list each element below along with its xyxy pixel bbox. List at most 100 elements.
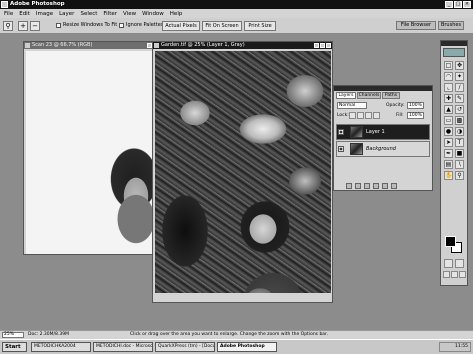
lasso-tool-icon[interactable]: ◠ xyxy=(444,72,453,81)
menu-filter[interactable]: Filter xyxy=(103,11,117,17)
menu-help[interactable]: Help xyxy=(170,11,183,17)
taskbar-item-quarkxpress[interactable]: QuarkXPress (tm) - [Docu...] xyxy=(155,342,215,352)
new-set-icon[interactable] xyxy=(364,183,370,189)
screen-mode-full-menu-icon[interactable] xyxy=(451,271,458,278)
marquee-tool-icon[interactable]: □ xyxy=(444,61,453,70)
document-window-scan[interactable]: Scan 23 @ 66.7% (RGB) xyxy=(23,41,166,255)
maximize-button[interactable]: □ xyxy=(454,1,462,8)
fill-label: Fill: xyxy=(396,113,404,118)
document-size-info[interactable]: Doc: 2.30M/8.39M xyxy=(28,332,69,337)
zoom-tool-icon[interactable]: ⚲ xyxy=(3,21,13,31)
tab-paths[interactable]: Paths xyxy=(382,92,400,99)
hand-tool-icon[interactable]: ✋ xyxy=(444,171,453,180)
document-title: Scan 23 @ 66.7% (RGB) xyxy=(32,42,93,48)
shape-tool-icon[interactable]: ■ xyxy=(455,149,464,158)
menu-view[interactable]: View xyxy=(123,11,136,17)
resize-windows-checkbox[interactable] xyxy=(56,23,61,28)
layer-style-icon[interactable] xyxy=(346,183,352,189)
girl-photo-canvas[interactable] xyxy=(26,51,165,254)
gradient-tool-icon[interactable]: ▩ xyxy=(455,116,464,125)
fit-on-screen-button[interactable]: Fit On Screen xyxy=(202,21,242,31)
blend-mode-select[interactable]: Normal xyxy=(337,102,367,109)
toolbox-title-bar[interactable] xyxy=(441,41,467,46)
notes-tool-icon[interactable]: ▤ xyxy=(444,160,453,169)
healing-brush-tool-icon[interactable]: ✚ xyxy=(444,94,453,103)
doc-minimize-button[interactable] xyxy=(314,43,319,48)
menu-select[interactable]: Select xyxy=(80,11,97,17)
taskbar-item-photoshop[interactable]: Adobe Photoshop xyxy=(217,342,277,352)
zoom-out-icon[interactable]: − xyxy=(30,21,40,31)
document-window-garden[interactable]: Garden.tif @ 25% (Layer 1, Gray) xyxy=(152,41,333,303)
lock-position-icon[interactable] xyxy=(365,112,372,119)
menu-file[interactable]: File xyxy=(4,11,13,17)
close-button[interactable]: × xyxy=(463,1,471,8)
clone-stamp-tool-icon[interactable]: ▲ xyxy=(444,105,453,114)
visibility-eye-icon[interactable]: ◉ xyxy=(338,146,344,152)
zoom-level-field[interactable]: 25% xyxy=(2,332,24,338)
pen-tool-icon[interactable]: ✒ xyxy=(444,149,453,158)
taskbar-item-word[interactable]: METODICHI.doc - Microsoft xyxy=(93,342,153,352)
visibility-eye-icon[interactable]: ◉ xyxy=(338,129,344,135)
doc-close-button[interactable] xyxy=(326,43,331,48)
screen-mode-standard-icon[interactable] xyxy=(443,271,450,278)
layer-mask-icon[interactable] xyxy=(355,183,361,189)
windows-taskbar: Start METODICHKA2004 METODICHI.doc - Mic… xyxy=(0,339,473,354)
opacity-label: Opacity: xyxy=(386,103,405,108)
photoshop-app-icon[interactable] xyxy=(1,1,8,8)
new-layer-icon[interactable] xyxy=(382,183,388,189)
lock-image-icon[interactable] xyxy=(357,112,364,119)
garden-composite-canvas[interactable] xyxy=(155,51,331,293)
layer-row-background[interactable]: ◉ Background xyxy=(336,141,430,157)
photoshop-logo-icon[interactable] xyxy=(443,48,465,57)
foreground-color-swatch[interactable] xyxy=(445,236,456,247)
delete-layer-icon[interactable] xyxy=(391,183,397,189)
menu-bar: File Edit Image Layer Select Filter View… xyxy=(0,9,473,18)
adjustment-layer-icon[interactable] xyxy=(373,183,379,189)
opacity-field[interactable]: 100% xyxy=(407,102,424,109)
title-bar: Adobe Photoshop _ □ × xyxy=(0,0,473,9)
fill-field[interactable]: 100% xyxy=(407,112,424,119)
start-button[interactable]: Start xyxy=(2,342,27,352)
tab-channels[interactable]: Channels xyxy=(357,92,381,99)
magic-wand-tool-icon[interactable]: ✦ xyxy=(455,72,464,81)
layers-palette: Layers Channels Paths Normal Opacity: 10… xyxy=(333,85,433,191)
ignore-palettes-checkbox[interactable] xyxy=(119,23,124,28)
brush-tool-icon[interactable]: ✎ xyxy=(455,94,464,103)
palette-title-bar[interactable] xyxy=(334,86,432,91)
lock-label: Lock: xyxy=(337,113,349,118)
history-brush-tool-icon[interactable]: ↺ xyxy=(455,105,464,114)
menu-layer[interactable]: Layer xyxy=(59,11,74,17)
taskbar-item-metodichka[interactable]: METODICHKA2004 xyxy=(31,342,91,352)
menu-window[interactable]: Window xyxy=(142,11,164,17)
path-selection-tool-icon[interactable]: ➤ xyxy=(444,138,453,147)
actual-pixels-button[interactable]: Actual Pixels xyxy=(162,21,200,31)
layer-row-layer-1[interactable]: ◉ Layer 1 xyxy=(336,124,430,140)
lock-transparency-icon[interactable] xyxy=(349,112,356,119)
eyedropper-tool-icon[interactable]: ∖ xyxy=(455,160,464,169)
move-tool-icon[interactable]: ✥ xyxy=(455,61,464,70)
tab-layers[interactable]: Layers xyxy=(336,92,356,99)
menu-image[interactable]: Image xyxy=(36,11,53,17)
screen-mode-full-icon[interactable] xyxy=(459,271,466,278)
slice-tool-icon[interactable]: ∕ xyxy=(455,83,464,92)
zoom-tool-icon[interactable]: ⚲ xyxy=(455,171,464,180)
type-tool-icon[interactable]: T xyxy=(455,138,464,147)
eraser-tool-icon[interactable]: ▭ xyxy=(444,116,453,125)
crop-tool-icon[interactable]: ⌞ xyxy=(444,83,453,92)
lock-all-icon[interactable] xyxy=(373,112,380,119)
layer-name: Background xyxy=(366,146,396,152)
zoom-in-icon[interactable]: + xyxy=(18,21,28,31)
blur-tool-icon[interactable]: ● xyxy=(444,127,453,136)
menu-edit[interactable]: Edit xyxy=(19,11,30,17)
file-browser-tab[interactable]: File Browser xyxy=(396,21,436,30)
minimize-button[interactable]: _ xyxy=(445,1,453,8)
options-bar: ⚲ + − Resize Windows To Fit Ignore Palet… xyxy=(0,18,473,34)
quick-mask-mode-icon[interactable] xyxy=(455,259,464,268)
resize-windows-label: Resize Windows To Fit xyxy=(63,22,118,28)
status-bar: 25% Doc: 2.30M/8.39M Click or drag over … xyxy=(0,330,473,339)
dodge-tool-icon[interactable]: ◑ xyxy=(455,127,464,136)
brushes-tab[interactable]: Brushes xyxy=(438,21,464,30)
standard-mode-icon[interactable] xyxy=(444,259,453,268)
doc-maximize-button[interactable] xyxy=(320,43,325,48)
print-size-button[interactable]: Print Size xyxy=(244,21,276,31)
